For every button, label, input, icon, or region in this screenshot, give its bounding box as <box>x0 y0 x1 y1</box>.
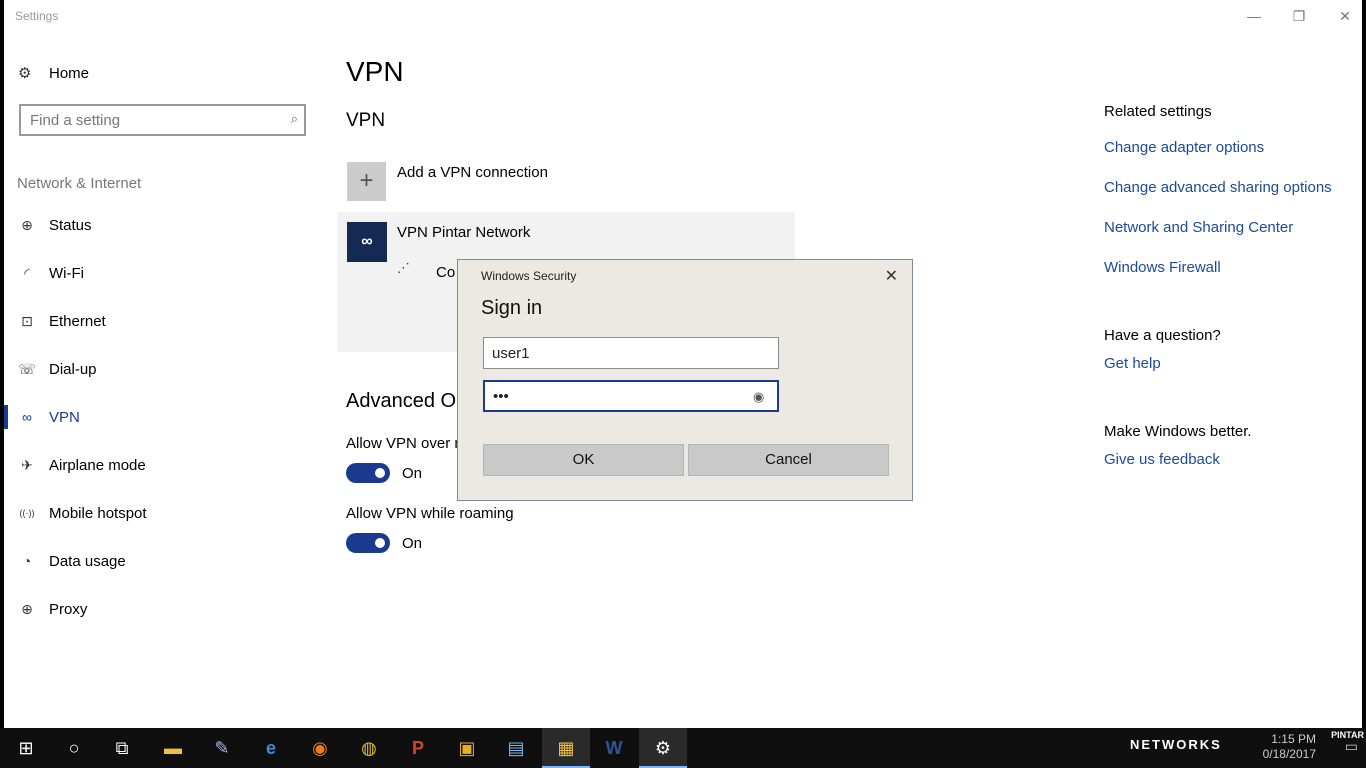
wifi-icon: ◜ <box>24 264 30 281</box>
task-view-button[interactable]: ⧉ <box>98 728 146 768</box>
yellow-app-icon[interactable]: ▣ <box>443 728 491 768</box>
connecting-spinner-icon: ⋰ <box>397 260 410 275</box>
ok-button[interactable]: OK <box>483 444 684 476</box>
username-field[interactable] <box>483 337 779 369</box>
link-give-feedback[interactable]: Give us feedback <box>1104 451 1220 468</box>
settings-gear-icon[interactable]: ⚙ <box>639 728 687 768</box>
sidebar-item-dial-up[interactable]: ☏ Dial-up <box>4 349 304 389</box>
search-input[interactable] <box>30 111 270 129</box>
option-label-metered: Allow VPN over m <box>346 435 467 452</box>
proxy-globe-icon: ⊕ <box>21 600 33 617</box>
start-button[interactable]: ⊞ <box>2 728 50 768</box>
toggle-state-label: On <box>402 535 423 552</box>
sidebar-item-label: Ethernet <box>49 312 106 330</box>
plus-icon: + <box>347 162 386 201</box>
ethernet-icon: ⊡ <box>21 312 33 329</box>
vpn-icon: ∞ <box>22 409 32 425</box>
search-icon[interactable]: ⌕ <box>291 111 298 127</box>
active-indicator <box>4 405 8 429</box>
toggle-knob <box>375 538 385 548</box>
title-bar: Settings — ❐ ✕ <box>4 0 1362 32</box>
sidebar-item-label: VPN <box>49 408 80 426</box>
vpn-connection-name: VPN Pintar Network <box>397 224 531 241</box>
add-vpn-connection-button[interactable]: + Add a VPN connection <box>347 162 548 202</box>
link-windows-firewall[interactable]: Windows Firewall <box>1104 259 1221 276</box>
toggle-knob <box>375 468 385 478</box>
cortana-search-button[interactable]: ○ <box>50 728 98 768</box>
dialog-title: Windows Security <box>481 269 577 283</box>
reveal-password-icon[interactable]: ◉ <box>753 389 764 405</box>
taskbar: ⊞ ○ ⧉ ▬ ✎ e ◉ ◍ P ▣ ▤ ▦ W ⚙ NETWORKS 1:1… <box>0 728 1366 768</box>
windows-security-dialog: Windows Security ✕ Sign in ◉ OK Cancel <box>457 259 913 501</box>
word-icon[interactable]: W <box>590 728 638 768</box>
toggle-vpn-roaming[interactable] <box>346 533 390 553</box>
gear-icon: ⚙ <box>18 65 32 82</box>
sidebar-item-label: Mobile hotspot <box>49 504 147 522</box>
powerpoint-icon[interactable]: P <box>394 728 442 768</box>
sidebar-item-airplane-mode[interactable]: ✈ Airplane mode <box>4 445 304 485</box>
feedback-title: Make Windows better. <box>1104 423 1252 440</box>
system-clock[interactable]: 1:15 PM 0/18/2017 <box>1263 732 1316 762</box>
paint-icon[interactable]: ✎ <box>198 728 246 768</box>
page-title: VPN <box>346 56 404 87</box>
sidebar-item-vpn[interactable]: ∞ VPN <box>4 397 304 437</box>
sidebar-item-data-usage[interactable]: ◔ Data usage <box>4 541 304 581</box>
password-field[interactable] <box>483 380 779 412</box>
sidebar-item-label: Airplane mode <box>49 456 146 474</box>
advanced-options-title: Advanced Op <box>346 390 468 412</box>
active-app-icon[interactable]: ▦ <box>542 728 590 768</box>
notification-icon[interactable]: ▭ <box>1345 738 1358 755</box>
chrome-icon[interactable]: ◍ <box>345 728 393 768</box>
link-change-advanced-sharing[interactable]: Change advanced sharing options <box>1104 179 1332 196</box>
question-title: Have a question? <box>1104 327 1221 344</box>
sidebar-item-label: Proxy <box>49 600 88 618</box>
photos-icon[interactable]: ▤ <box>492 728 540 768</box>
add-vpn-label: Add a VPN connection <box>397 164 548 181</box>
globe-icon: ⊕ <box>21 216 33 233</box>
minimize-button[interactable]: — <box>1244 6 1264 26</box>
data-usage-icon: ◔ <box>22 553 32 569</box>
sidebar-item-label: Dial-up <box>49 360 97 378</box>
sidebar-item-proxy[interactable]: ⊕ Proxy <box>4 589 304 629</box>
related-settings-title: Related settings <box>1104 103 1212 120</box>
airplane-icon: ✈ <box>21 456 33 473</box>
sidebar-item-mobile-hotspot[interactable]: ((·)) Mobile hotspot <box>4 493 304 533</box>
sidebar-item-status[interactable]: ⊕ Status <box>4 205 304 245</box>
dialog-heading: Sign in <box>481 297 543 319</box>
nav-home-label: Home <box>49 64 90 82</box>
nav-section-title: Network & Internet <box>17 175 142 192</box>
link-change-adapter-options[interactable]: Change adapter options <box>1104 139 1264 156</box>
file-explorer-icon[interactable]: ▬ <box>149 728 197 768</box>
link-get-help[interactable]: Get help <box>1104 355 1161 372</box>
search-box[interactable]: ⌕ <box>19 104 306 136</box>
toggle-vpn-metered[interactable] <box>346 463 390 483</box>
edge-icon[interactable]: e <box>247 728 295 768</box>
link-network-sharing-center[interactable]: Network and Sharing Center <box>1104 219 1293 236</box>
firefox-icon[interactable]: ◉ <box>296 728 344 768</box>
dialog-close-icon[interactable]: ✕ <box>885 266 898 286</box>
vpn-connection-icon: ∞ <box>347 222 387 262</box>
clock-time: 1:15 PM <box>1271 732 1316 746</box>
clock-date: 0/18/2017 <box>1262 747 1316 761</box>
close-button[interactable]: ✕ <box>1335 6 1355 26</box>
sidebar-item-wifi[interactable]: ◜ Wi-Fi <box>4 253 304 293</box>
toggle-state-label: On <box>402 465 423 482</box>
restore-button[interactable]: ❐ <box>1289 6 1309 26</box>
section-title: VPN <box>346 110 386 131</box>
phone-icon: ☏ <box>18 360 36 377</box>
option-label-roaming: Allow VPN while roaming <box>346 505 514 522</box>
sidebar-item-label: Wi-Fi <box>49 264 84 282</box>
networks-watermark-logo: NETWORKS <box>1130 737 1222 752</box>
vpn-connection-status: Co <box>436 264 456 281</box>
hotspot-icon: ((·)) <box>19 508 35 518</box>
nav-home[interactable]: ⚙ Home <box>18 62 89 84</box>
cancel-button[interactable]: Cancel <box>688 444 889 476</box>
window-title: Settings <box>15 9 59 23</box>
sidebar-item-label: Status <box>49 216 92 234</box>
sidebar-item-ethernet[interactable]: ⊡ Ethernet <box>4 301 304 341</box>
sidebar-item-label: Data usage <box>49 552 126 570</box>
